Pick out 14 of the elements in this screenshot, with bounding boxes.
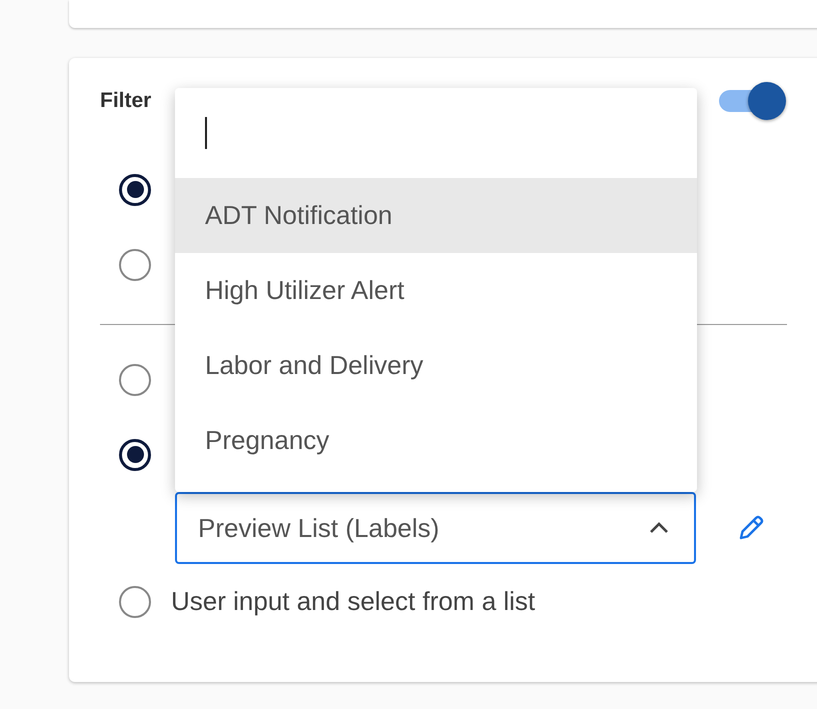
- dropdown-item[interactable]: Labor and Delivery: [175, 328, 697, 403]
- radio-button[interactable]: [119, 174, 151, 206]
- select-field[interactable]: Preview List (Labels): [175, 492, 696, 564]
- toggle-switch[interactable]: [719, 81, 787, 121]
- radio-button[interactable]: [119, 438, 151, 470]
- radio-button[interactable]: [119, 248, 151, 280]
- radio-button[interactable]: [119, 364, 151, 396]
- filter-title: Filter: [100, 89, 152, 113]
- dropdown-item[interactable]: Pregnancy: [175, 403, 697, 478]
- radio-button[interactable]: [119, 586, 151, 618]
- dropdown-item[interactable]: ADT Notification: [175, 178, 697, 253]
- chevron-icon: [648, 521, 670, 535]
- dropdown-item[interactable]: High Utilizer Alert: [175, 253, 697, 328]
- option-label: User input and select from a list: [171, 586, 536, 617]
